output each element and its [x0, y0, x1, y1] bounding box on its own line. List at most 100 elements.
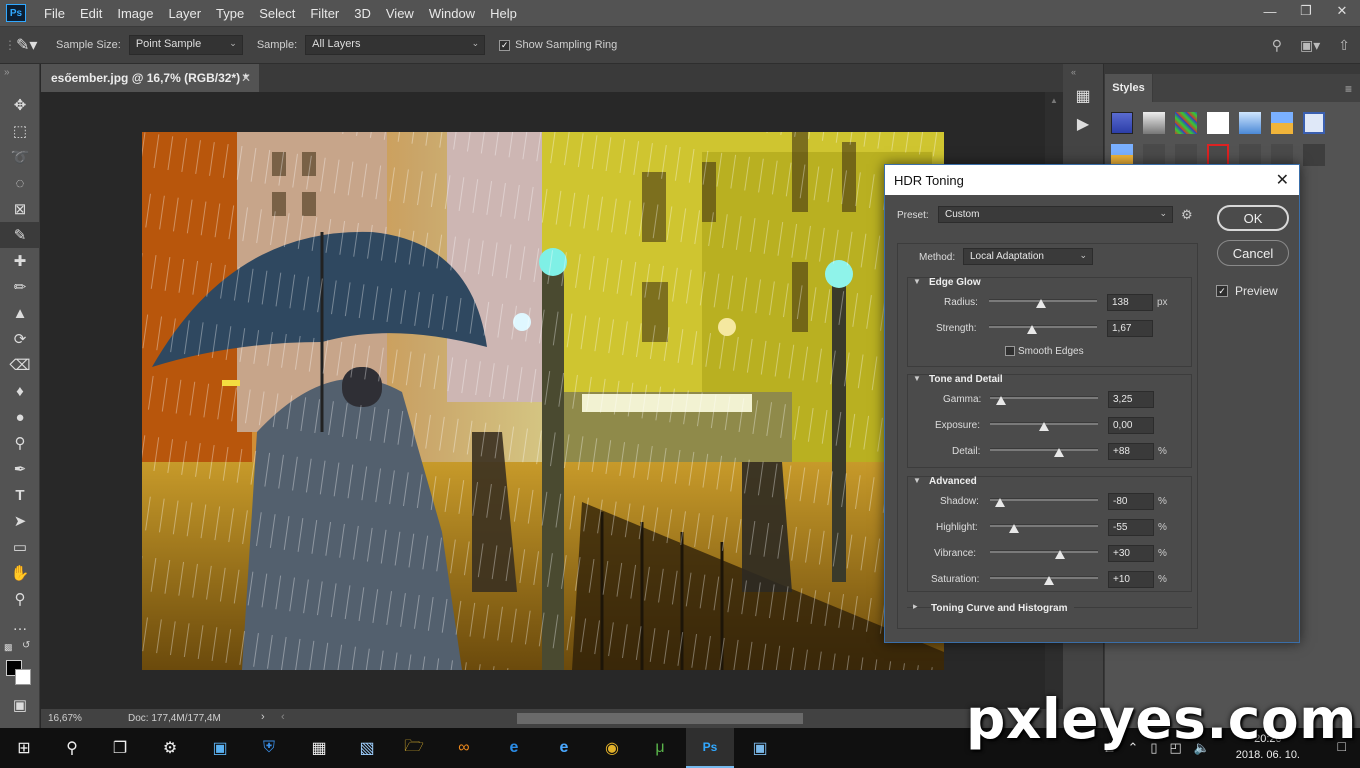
close-icon[interactable]: ✕ [241, 71, 251, 85]
style-swatch[interactable] [1111, 112, 1133, 134]
lasso-tool-icon[interactable]: ➰ [0, 144, 40, 170]
history-brush-tool-icon[interactable]: ⟳ [0, 326, 40, 352]
share-icon[interactable]: ⇧ [1338, 37, 1350, 54]
swap-colors-icon[interactable]: ↺ [22, 640, 30, 651]
internet-explorer-icon[interactable]: e [540, 728, 588, 768]
photoshop-taskbar-icon[interactable]: Ps [686, 728, 734, 768]
defender-shield-icon[interactable]: ⛨ [245, 728, 293, 768]
strength-input[interactable]: 1,67 [1107, 320, 1153, 337]
expand-triangle-icon[interactable]: ▸ [913, 601, 918, 612]
style-swatch[interactable] [1111, 144, 1133, 166]
style-swatch[interactable] [1207, 144, 1229, 166]
style-swatch[interactable] [1143, 144, 1165, 166]
highlight-slider-track[interactable] [990, 524, 1098, 527]
paint-bucket-tool-icon[interactable]: ♦ [0, 378, 40, 404]
search-icon[interactable]: ⚲ [48, 728, 96, 768]
minimize-icon[interactable]: — [1252, 0, 1288, 22]
quick-select-tool-icon[interactable]: ◌ [0, 170, 40, 196]
smooth-edges-checkbox[interactable] [1005, 346, 1015, 356]
shadow-slider-track[interactable] [990, 498, 1098, 501]
exposure-input[interactable]: 0,00 [1108, 417, 1154, 434]
shadow-slider-thumb[interactable] [995, 498, 1005, 507]
app-swirl-icon[interactable]: ∞ [440, 728, 488, 768]
scroll-up-icon[interactable]: ▲ [1045, 96, 1063, 105]
gamma-input[interactable]: 3,25 [1108, 391, 1154, 408]
brush-tool-icon[interactable]: ✏ [0, 274, 40, 300]
background-color-swatch[interactable] [15, 669, 31, 685]
ok-button[interactable]: OK [1217, 205, 1289, 231]
toning-curve-section[interactable]: Toning Curve and Histogram [931, 603, 1074, 614]
eyedropper-tool-icon[interactable]: ✎ [0, 222, 40, 248]
detail-input[interactable]: +88 [1108, 443, 1154, 460]
style-swatch[interactable] [1303, 112, 1325, 134]
cancel-button[interactable]: Cancel [1217, 240, 1289, 266]
style-swatch[interactable] [1207, 112, 1229, 134]
vibrance-slider-thumb[interactable] [1055, 550, 1065, 559]
vibrance-input[interactable]: +30 [1108, 545, 1154, 562]
blur-tool-icon[interactable]: ● [0, 404, 40, 430]
highlight-input[interactable]: -55 [1108, 519, 1154, 536]
menu-window[interactable]: Window [429, 6, 475, 21]
collapse-icon[interactable]: « [1063, 64, 1103, 80]
search-icon[interactable]: ⚲ [1272, 37, 1282, 54]
menu-view[interactable]: View [386, 6, 414, 21]
document-image[interactable] [142, 132, 944, 670]
settings-gear-icon[interactable]: ⚙ [146, 728, 194, 768]
quick-mask-icon[interactable]: ▣ [0, 692, 40, 718]
detail-slider-thumb[interactable] [1054, 448, 1064, 457]
eyedropper-icon[interactable]: ✎▾ [16, 35, 56, 55]
preview-checkbox[interactable]: ✓ [1216, 285, 1228, 297]
sample-select[interactable]: All Layers ⌄ [305, 35, 486, 55]
notes-app-icon[interactable]: ▧ [343, 728, 391, 768]
control-panel-icon[interactable]: ▣ [196, 728, 244, 768]
gamma-slider-track[interactable] [990, 396, 1098, 399]
method-select[interactable]: Local Adaptation ⌄ [963, 248, 1093, 265]
healing-brush-tool-icon[interactable]: ✚ [0, 248, 40, 274]
horizontal-scrollbar-thumb[interactable] [517, 713, 803, 724]
radius-slider-thumb[interactable] [1036, 299, 1046, 308]
exposure-slider-thumb[interactable] [1039, 422, 1049, 431]
menu-file[interactable]: File [44, 6, 65, 21]
utorrent-icon[interactable]: μ [636, 728, 684, 768]
eraser-tool-icon[interactable]: ⌫ [0, 352, 40, 378]
style-swatch[interactable] [1271, 112, 1293, 134]
style-swatch[interactable] [1143, 112, 1165, 134]
document-tab[interactable]: esőember.jpg @ 16,7% (RGB/32*) * ✕ [41, 64, 259, 92]
style-swatch[interactable] [1175, 144, 1197, 166]
collapse-triangle-icon[interactable]: ▼ [913, 476, 921, 485]
strength-slider-track[interactable] [989, 325, 1097, 328]
menu-layer[interactable]: Layer [169, 6, 202, 21]
style-swatch[interactable] [1303, 144, 1325, 166]
clone-stamp-tool-icon[interactable]: ▲ [0, 300, 40, 326]
path-selection-tool-icon[interactable]: ➤ [0, 508, 40, 534]
menu-3d[interactable]: 3D [354, 6, 371, 21]
close-icon[interactable]: ✕ [1324, 0, 1360, 22]
hand-tool-icon[interactable]: ✋ [0, 560, 40, 586]
calculator-icon[interactable]: ▦ [295, 728, 343, 768]
pen-tool-icon[interactable]: ✒ [0, 456, 40, 482]
type-tool-icon[interactable]: T [0, 482, 40, 508]
zoom-level[interactable]: 16,67% [48, 713, 82, 724]
default-colors-icon[interactable]: ▩ [4, 642, 13, 653]
sample-size-select[interactable]: Point Sample ⌄ [128, 35, 243, 55]
file-explorer-icon[interactable]: 🗁 [390, 728, 438, 768]
detail-slider-track[interactable] [990, 448, 1098, 451]
task-view-icon[interactable]: ❐ [96, 728, 144, 768]
radius-input[interactable]: 138 [1107, 294, 1153, 311]
dodge-tool-icon[interactable]: ⚲ [0, 430, 40, 456]
photos-app-icon[interactable]: ▣ [736, 728, 784, 768]
more-tools-icon[interactable]: … [0, 612, 40, 638]
menu-type[interactable]: Type [216, 6, 244, 21]
close-icon[interactable]: ✕ [1276, 170, 1289, 190]
edge-browser-icon[interactable]: e [490, 728, 538, 768]
style-swatch[interactable] [1271, 144, 1293, 166]
style-swatch[interactable] [1175, 112, 1197, 134]
scroll-left-icon[interactable]: ‹ [281, 711, 285, 723]
rectangle-tool-icon[interactable]: ▭ [0, 534, 40, 560]
start-icon[interactable]: ⊞ [0, 728, 48, 768]
restore-icon[interactable]: ❐ [1288, 0, 1324, 22]
crop-tool-icon[interactable]: ⊠ [0, 196, 40, 222]
saturation-slider-thumb[interactable] [1044, 576, 1054, 585]
styles-tab[interactable]: Styles [1105, 74, 1153, 102]
saturation-input[interactable]: +10 [1108, 571, 1154, 588]
